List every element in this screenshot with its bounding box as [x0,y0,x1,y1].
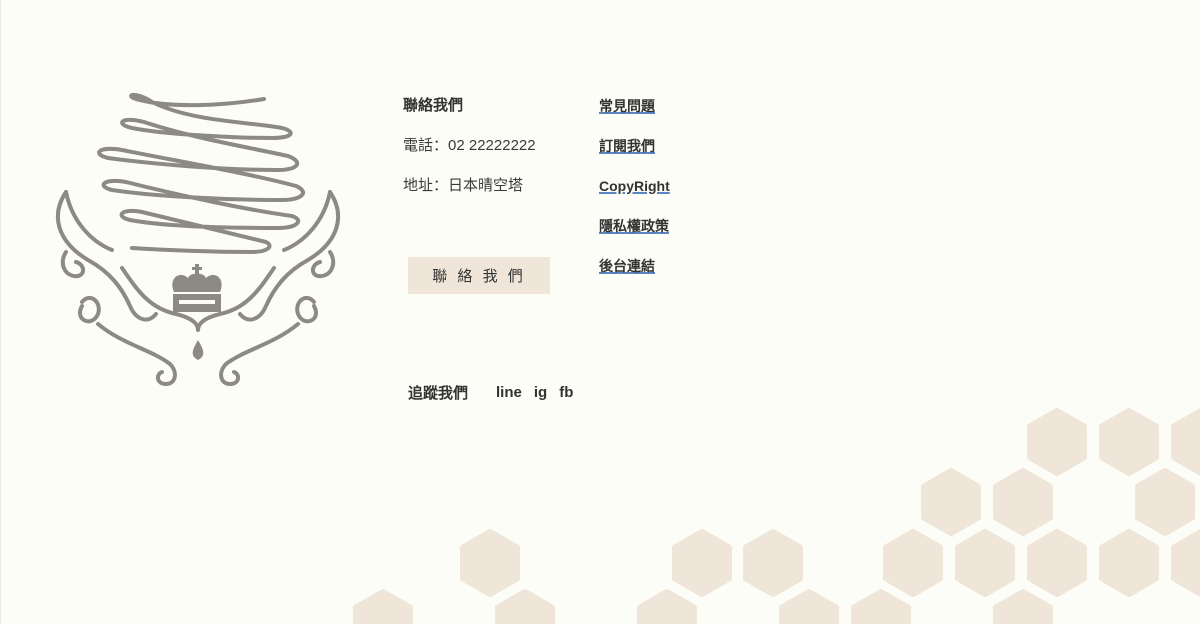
social-link-instagram[interactable]: ig [534,384,547,401]
social-link-facebook[interactable]: fb [559,384,573,401]
contact-us-button[interactable]: 聯 絡 我 們 [408,257,550,294]
hexagon-shape [993,468,1053,536]
hexagon-shape [851,589,911,624]
hexagon-shape [460,529,520,597]
hexagon-shape [921,468,981,536]
link-privacy-policy[interactable]: 隱私權政策 [599,216,670,236]
hexagon-shape [883,529,943,597]
hexagon-shape [993,589,1053,624]
contact-phone: 電話：02 22222222 [403,137,536,154]
crest-logo-icon [56,93,340,386]
hexagon-shape [353,589,413,624]
contact-address: 地址：日本晴空塔 [403,177,524,194]
hexagon-shape [1099,529,1159,597]
hexagon-shape [1027,529,1087,597]
link-subscribe[interactable]: 訂閱我們 [599,136,670,156]
contact-section: 聯絡我們 電話：02 22222222 地址：日本晴空塔 [403,96,536,216]
hexagon-shape [955,529,1015,597]
hexagon-shape [1171,529,1200,597]
hexagon-shape [1171,408,1200,476]
hexagon-shape [495,589,555,624]
follow-title: 追蹤我們 [408,384,469,402]
hexagon-shape [1135,468,1195,536]
link-faq[interactable]: 常見問題 [599,96,670,116]
hexagon-shape [1099,408,1159,476]
contact-title: 聯絡我們 [403,97,464,114]
hexagon-shape [637,589,697,624]
hexagon-shape [779,589,839,624]
hexagon-shape [1027,408,1087,476]
follow-section: 追蹤我們 line ig fb [408,382,585,402]
hexagon-shape [672,529,732,597]
link-copyright[interactable]: CopyRight [599,176,670,196]
footer-links: 常見問題 訂閱我們 CopyRight 隱私權政策 後台連結 [599,96,670,296]
hexagon-shape [743,529,803,597]
link-admin[interactable]: 後台連結 [599,256,670,276]
social-link-line[interactable]: line [496,384,522,401]
